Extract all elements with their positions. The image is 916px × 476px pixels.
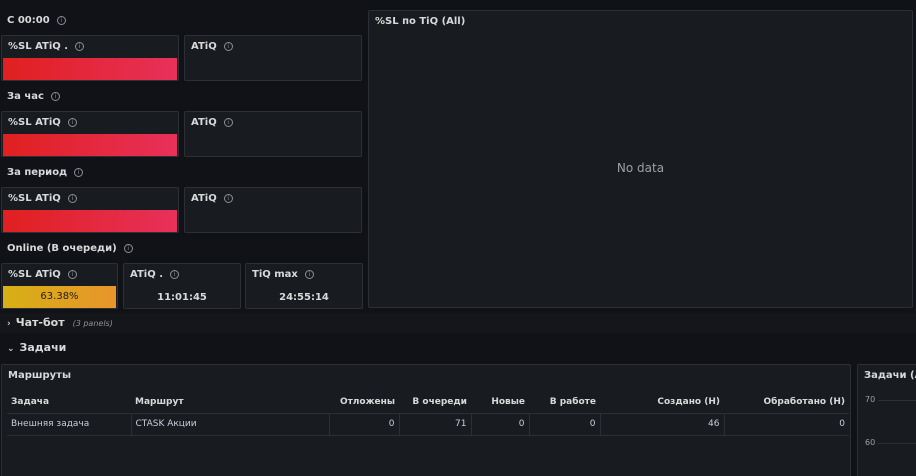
info-icon[interactable]: i: [74, 168, 84, 177]
panel-count: (3 panels): [72, 319, 113, 328]
atiq-online-value: 11:01:45: [157, 292, 207, 303]
panel-title: Маршруты: [8, 370, 71, 381]
table-cell: 0: [724, 413, 849, 436]
table-row: Внешняя задача CTASK Акции 0 71 0 0 46 0: [7, 413, 849, 436]
row-title: Задачи: [19, 341, 67, 354]
panel-title: %SL по TiQ (All): [375, 16, 466, 27]
panel-title: ATiQ: [191, 41, 217, 52]
panel-sl-atiq-hour: %SL ATiQ i: [1, 111, 179, 157]
sl-gauge-bar: [3, 58, 177, 80]
table-cell: 0: [471, 413, 530, 436]
table-cell: 71: [399, 413, 472, 436]
sl-gauge-bar-value: 63.38%: [3, 286, 116, 308]
chevron-down-icon: ⌄: [7, 344, 15, 354]
panel-atiq-period: ATiQ i: [184, 187, 362, 233]
panel-sl-atiq-online: %SL ATiQ i 63.38%: [1, 263, 118, 309]
panel-sl-atiq-today: %SL ATiQ . i: [1, 35, 179, 81]
table-cell: 46: [600, 413, 725, 436]
chevron-right-icon: ›: [7, 319, 11, 329]
panel-title: %SL ATiQ: [8, 269, 61, 280]
group-title-per-period: За период i: [7, 167, 84, 178]
panel-atiq-today: ATiQ i: [184, 35, 362, 81]
y-tick-label: 60: [865, 438, 876, 447]
panel-atiq-hour: ATiQ i: [184, 111, 362, 157]
info-icon[interactable]: i: [56, 16, 66, 25]
table-header-row: Задача Маршрут Отложены В очереди Новые …: [7, 391, 849, 414]
panel-routes: Маршруты Задача Маршрут Отложены В очере…: [1, 364, 851, 476]
info-icon[interactable]: i: [123, 244, 133, 253]
info-icon[interactable]: i: [50, 92, 60, 101]
column-header[interactable]: Маршрут: [131, 391, 329, 414]
y-tick-label: 70: [865, 395, 876, 404]
panel-title: %SL ATiQ: [8, 193, 61, 204]
panel-title: TiQ max: [252, 269, 298, 280]
panel-sl-by-tiq: %SL по TiQ (All) No data: [368, 10, 913, 308]
panel-title: ATiQ: [191, 193, 217, 204]
panel-title: %SL ATiQ .: [8, 41, 69, 52]
table-cell: CTASK Акции: [131, 413, 330, 436]
no-data-message: No data: [616, 161, 665, 175]
panel-title: %SL ATiQ: [8, 117, 61, 128]
panel-title: Задачи (All: [864, 370, 916, 381]
info-icon[interactable]: i: [75, 42, 85, 51]
sl-gauge-bar: [3, 210, 177, 232]
group-title-since-midnight: С 00:00 i: [7, 15, 66, 26]
panel-atiq-online: ATiQ . i 11:01:45: [123, 263, 241, 309]
panel-title: ATiQ .: [130, 269, 163, 280]
panel-sl-atiq-period: %SL ATiQ i: [1, 187, 179, 233]
info-icon[interactable]: i: [304, 270, 314, 279]
grid-line: [878, 400, 916, 401]
column-header[interactable]: Задача: [7, 391, 131, 414]
column-header[interactable]: В работе: [529, 391, 600, 414]
sl-gauge-bar: [3, 134, 177, 156]
info-icon[interactable]: i: [67, 194, 77, 203]
grid-line: [878, 443, 916, 444]
row-tasks[interactable]: ⌄ Задачи: [0, 338, 916, 358]
table-cell: 0: [529, 413, 601, 436]
routes-table: Задача Маршрут Отложены В очереди Новые …: [7, 391, 849, 436]
tiq-max-value: 24:55:14: [279, 292, 329, 303]
column-header[interactable]: Создано (Н): [600, 391, 724, 414]
info-icon[interactable]: i: [223, 118, 233, 127]
panel-tiq-max-online: TiQ max i 24:55:14: [245, 263, 363, 309]
info-icon[interactable]: i: [223, 194, 233, 203]
group-title-online: Online (В очереди) i: [7, 243, 133, 254]
row-chatbot[interactable]: › Чат-бот (3 panels): [0, 313, 916, 333]
column-header[interactable]: Новые: [471, 391, 529, 414]
column-header[interactable]: Отложены: [329, 391, 399, 414]
table-cell: 0: [329, 413, 400, 436]
column-header[interactable]: В очереди: [399, 391, 471, 414]
info-icon[interactable]: i: [67, 270, 77, 279]
table-cell: Внешняя задача: [7, 413, 132, 436]
group-title-per-hour: За час i: [7, 91, 60, 102]
panel-tasks-chart: Задачи (All 70 60: [857, 364, 916, 476]
row-title: Чат-бот: [15, 316, 65, 329]
info-icon[interactable]: i: [67, 118, 77, 127]
info-icon[interactable]: i: [170, 270, 179, 279]
panel-title: ATiQ: [191, 117, 217, 128]
info-icon[interactable]: i: [223, 42, 233, 51]
column-header[interactable]: Обработано (Н): [724, 391, 849, 414]
